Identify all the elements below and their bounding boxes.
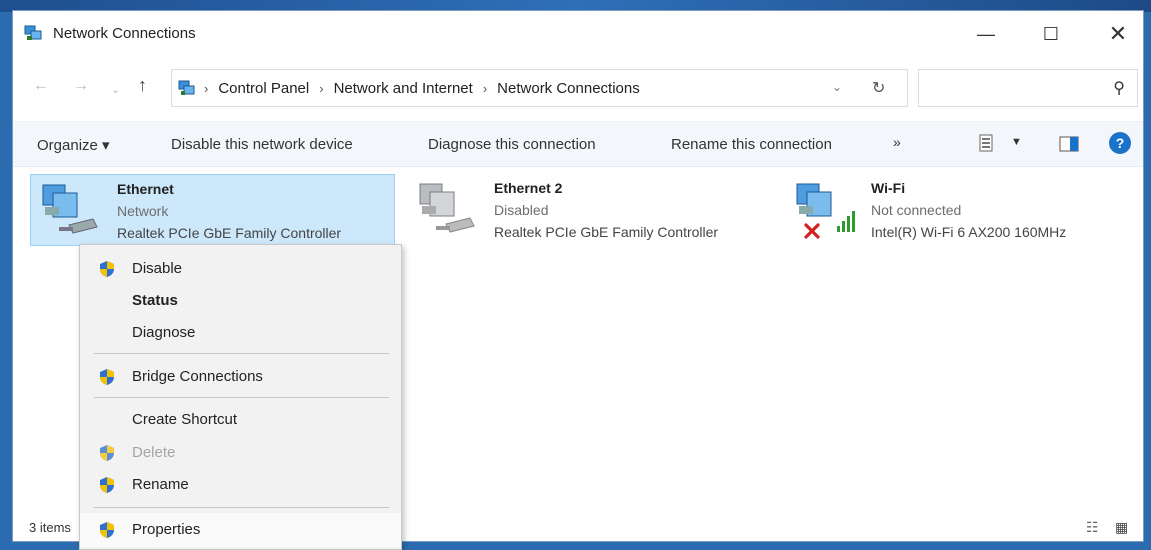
ethernet-adapter-disabled-icon (419, 183, 475, 233)
address-bar[interactable]: › Control Panel › Network and Internet ›… (171, 69, 908, 107)
organize-menu-button[interactable]: Organize ▾ (37, 136, 110, 154)
connection-name: Ethernet 2 (494, 180, 563, 196)
menu-item-label: Disable (132, 260, 183, 277)
menu-item-disable[interactable]: Disable (80, 254, 401, 284)
menu-item-label: Status (132, 292, 178, 309)
uac-shield-icon (100, 477, 114, 493)
menu-item-properties[interactable]: Properties (80, 513, 401, 547)
context-menu: Disable Status Diagnose Bridge Connectio… (79, 244, 402, 550)
connection-device: Realtek PCIe GbE Family Controller (117, 225, 342, 241)
menu-item-label: Properties (132, 521, 201, 538)
search-input[interactable]: ⚲ (918, 69, 1138, 107)
breadcrumb-control-panel[interactable]: Control Panel (218, 80, 309, 97)
red-x-icon (804, 223, 820, 239)
menu-item-rename[interactable]: Rename (80, 470, 401, 500)
uac-shield-icon (100, 261, 114, 277)
connection-status: Not connected (871, 202, 962, 218)
connection-status: Network (117, 203, 169, 219)
uac-shield-icon (100, 522, 114, 538)
close-button[interactable]: ✕ (1095, 17, 1141, 51)
menu-item-label: Rename (132, 476, 189, 493)
control-panel-icon (178, 80, 195, 95)
address-dropdown-chevron-icon[interactable]: ⌄ (832, 80, 842, 94)
network-connections-icon (24, 25, 42, 40)
refresh-icon[interactable]: ↻ (872, 78, 885, 98)
breadcrumb-network-connections[interactable]: Network Connections (497, 80, 640, 97)
connection-item-ethernet-2[interactable]: Ethernet 2 Disabled Realtek PCIe GbE Fam… (408, 174, 773, 246)
menu-item-create-shortcut[interactable]: Create Shortcut (80, 405, 401, 435)
menu-item-label: Create Shortcut (132, 411, 238, 428)
diagnose-connection-button[interactable]: Diagnose this connection (428, 136, 596, 153)
menu-item-delete: Delete (80, 438, 401, 468)
forward-arrow-icon[interactable]: → (73, 77, 89, 95)
view-options-chevron-icon[interactable]: ▼ (1011, 136, 1022, 148)
up-arrow-icon[interactable]: ↑ (138, 75, 147, 96)
window-title: Network Connections (53, 25, 196, 42)
more-commands-button[interactable]: » (893, 134, 901, 150)
disable-device-button[interactable]: Disable this network device (171, 136, 353, 153)
breadcrumb-separator: › (204, 81, 209, 96)
search-icon[interactable]: ⚲ (1113, 78, 1125, 98)
connection-status: Disabled (494, 202, 549, 218)
breadcrumb-separator: › (482, 81, 488, 96)
uac-shield-icon (100, 369, 114, 385)
title-bar: Network Connections — ☐ ✕ (13, 11, 1143, 57)
back-arrow-icon[interactable]: ← (33, 77, 49, 95)
item-count: 3 items (29, 520, 71, 535)
menu-item-status[interactable]: Status (80, 286, 401, 316)
rename-connection-button[interactable]: Rename this connection (671, 136, 832, 153)
connection-item-wifi[interactable]: Wi-Fi Not connected Intel(R) Wi-Fi 6 AX2… (785, 174, 1135, 246)
uac-shield-icon (100, 445, 114, 461)
ethernet-adapter-icon (42, 184, 98, 234)
menu-item-label: Delete (132, 444, 176, 461)
details-view-icon[interactable]: ☷ (1086, 519, 1099, 536)
menu-item-label: Bridge Connections (132, 368, 263, 385)
command-bar: Organize ▾ Disable this network device D… (13, 121, 1143, 167)
breadcrumb-separator: › (319, 81, 324, 96)
menu-item-bridge-connections[interactable]: Bridge Connections (80, 362, 401, 392)
menu-item-diagnose[interactable]: Diagnose (80, 318, 401, 348)
menu-item-label: Diagnose (132, 324, 196, 341)
menu-separator (94, 397, 389, 398)
menu-separator (94, 507, 389, 508)
tiles-view-icon[interactable]: ▦ (1115, 519, 1128, 536)
connection-device: Realtek PCIe GbE Family Controller (494, 224, 719, 240)
connection-name: Wi-Fi (871, 180, 906, 196)
breadcrumb: › Control Panel › Network and Internet ›… (204, 80, 640, 97)
change-view-icon[interactable] (978, 132, 998, 154)
menu-separator (94, 353, 389, 354)
connection-name: Ethernet (117, 181, 174, 197)
connection-item-ethernet[interactable]: Ethernet Network Realtek PCIe GbE Family… (30, 174, 395, 246)
help-button[interactable]: ? (1109, 132, 1131, 154)
address-row: ← → ⌄ ↑ › Control Panel › Network and In… (13, 65, 1143, 111)
recent-locations-chevron-icon[interactable]: ⌄ (111, 83, 120, 96)
maximize-button[interactable]: ☐ (1028, 17, 1074, 51)
breadcrumb-network-and-internet[interactable]: Network and Internet (334, 80, 473, 97)
preview-pane-icon[interactable] (1058, 134, 1080, 154)
connection-device: Intel(R) Wi-Fi 6 AX200 160MHz (871, 224, 1067, 240)
minimize-button[interactable]: — (963, 17, 1009, 51)
